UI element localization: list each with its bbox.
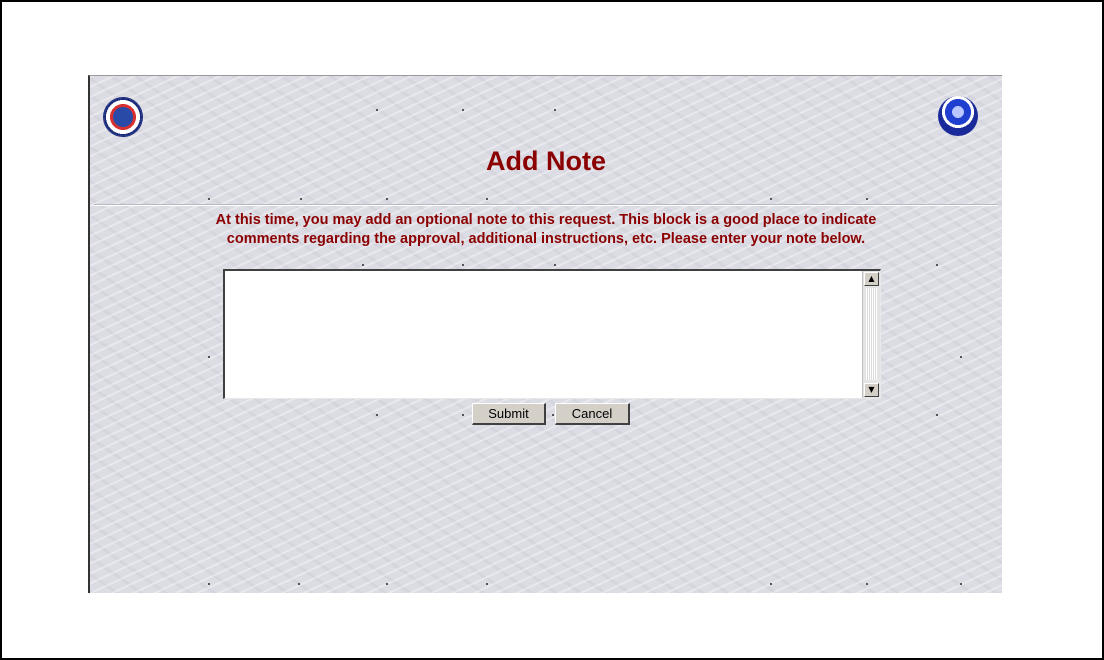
- nws-logo-icon: [104, 98, 142, 136]
- spacer-dot: [376, 109, 378, 111]
- scroll-track[interactable]: [866, 288, 877, 380]
- instructions-line-1: At this time, you may add an optional no…: [215, 212, 877, 228]
- scroll-up-icon[interactable]: ▲: [864, 272, 879, 286]
- spacer-dot: [462, 264, 464, 266]
- spacer-dot: [960, 356, 962, 358]
- note-textarea-box: ▲ ▼: [223, 269, 881, 399]
- spacer-dot: [462, 414, 464, 416]
- spacer-dot: [208, 198, 210, 200]
- note-textarea[interactable]: [225, 271, 861, 398]
- spacer-dot: [936, 414, 938, 416]
- spacer-dot: [770, 583, 772, 585]
- spacer-dot: [298, 583, 300, 585]
- add-note-page: Add Note At this time, you may add an op…: [88, 75, 1002, 593]
- spacer-dot: [936, 264, 938, 266]
- spacer-dot: [866, 583, 868, 585]
- spacer-dot: [554, 109, 556, 111]
- spacer-dot: [362, 264, 364, 266]
- page-title: Add Note: [486, 146, 606, 176]
- spacer-dot: [208, 356, 210, 358]
- spacer-dot: [386, 198, 388, 200]
- spacer-dot: [486, 583, 488, 585]
- screenshot-frame: Add Note At this time, you may add an op…: [0, 0, 1104, 660]
- noaa-logo-icon: [938, 96, 978, 136]
- spacer-dot: [960, 583, 962, 585]
- header-divider: [94, 204, 998, 206]
- instructions-text: At this time, you may add an optional no…: [90, 211, 1002, 249]
- spacer-dot: [554, 264, 556, 266]
- cancel-button[interactable]: Cancel: [555, 403, 630, 425]
- spacer-dot: [462, 109, 464, 111]
- submit-button[interactable]: Submit: [472, 403, 546, 425]
- spacer-dot: [208, 583, 210, 585]
- note-scrollbar[interactable]: ▲ ▼: [862, 271, 880, 398]
- scroll-down-icon[interactable]: ▼: [864, 383, 879, 397]
- spacer-dot: [386, 583, 388, 585]
- spacer-dot: [300, 198, 302, 200]
- spacer-dot: [376, 414, 378, 416]
- spacer-dot: [486, 198, 488, 200]
- spacer-dot: [866, 198, 868, 200]
- spacer-dot: [770, 198, 772, 200]
- instructions-line-2: comments regarding the approval, additio…: [226, 231, 866, 247]
- spacer-dot: [552, 414, 554, 416]
